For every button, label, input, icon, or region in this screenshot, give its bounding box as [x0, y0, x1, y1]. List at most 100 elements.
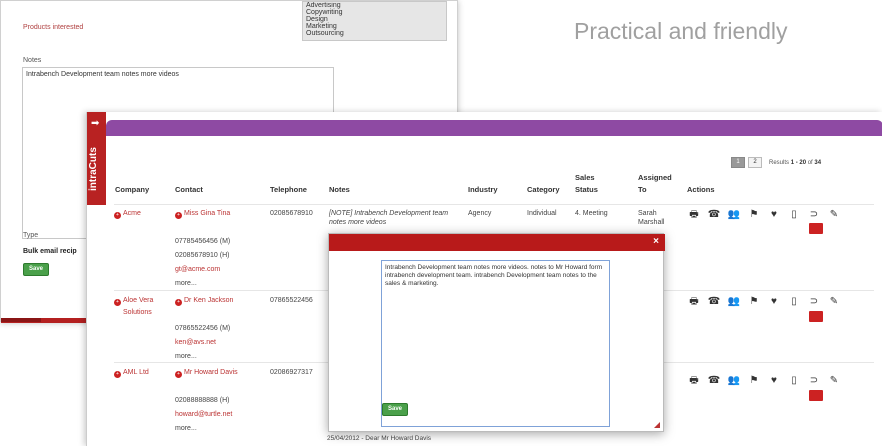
arrow-right-icon[interactable]: ➡ — [91, 118, 99, 129]
phone-icon[interactable]: ☎ — [707, 374, 721, 387]
add-icon[interactable]: + — [175, 212, 182, 219]
row-telephone: 02086927317 — [270, 369, 313, 376]
modal-save-button[interactable]: Save — [382, 403, 408, 416]
print-icon[interactable]: 🖶 — [687, 208, 701, 221]
intracuts-logo: intraCuts — [88, 147, 99, 191]
stethoscope-icon[interactable]: ⊃ — [807, 374, 821, 387]
table-row-contact[interactable]: + Miss Gina Tina — [175, 209, 230, 219]
heart-icon[interactable]: ♥ — [767, 208, 781, 221]
table-row-company[interactable]: + AML Ltd — [114, 368, 149, 378]
phone-icon[interactable]: ☎ — [707, 208, 721, 221]
col-notes[interactable]: Notes — [329, 184, 350, 196]
row-notes[interactable]: [NOTE] Intrabench Development team — [329, 209, 448, 218]
col-contact[interactable]: Contact — [175, 184, 203, 196]
document-icon[interactable]: ▯ — [787, 374, 801, 387]
tagline: Practical and friendly — [574, 18, 788, 44]
print-icon[interactable]: 🖶 — [687, 295, 701, 308]
pencil-icon[interactable]: ✎ — [827, 374, 841, 387]
users-icon[interactable]: 👥 — [727, 295, 741, 308]
products-option[interactable]: Outsourcing — [303, 30, 446, 37]
col-sales-status-l2: Status — [575, 185, 598, 194]
col-category[interactable]: Category — [527, 184, 560, 196]
row-phone: 02088888888 (H) — [175, 397, 230, 404]
row-industry: Agency — [468, 210, 492, 217]
flag-icon[interactable]: ⚑ — [747, 374, 761, 387]
save-button[interactable]: Save — [23, 263, 49, 276]
row-more-link[interactable]: more... — [175, 424, 197, 433]
products-option[interactable]: Advertising — [303, 2, 446, 9]
screenshot-stage: Practical and friendly Products interest… — [0, 0, 882, 446]
products-option[interactable]: Design — [303, 16, 446, 23]
add-icon[interactable]: + — [114, 212, 121, 219]
products-option[interactable]: Copywriting — [303, 9, 446, 16]
heart-icon[interactable]: ♥ — [767, 295, 781, 308]
table-row-contact[interactable]: + Dr Ken Jackson — [175, 296, 233, 306]
products-listbox[interactable]: Advertising Copywriting Design Marketing… — [302, 1, 447, 41]
row-actions: 🖶 ☎ 👥 ⚑ ♥ ▯ ⊃ ✎ — [687, 374, 841, 387]
email-icon[interactable] — [809, 223, 823, 234]
close-icon[interactable]: × — [653, 236, 659, 247]
company-name[interactable]: Acme — [123, 210, 141, 217]
stethoscope-icon[interactable]: ⊃ — [807, 295, 821, 308]
col-sales-status[interactable]: Sales Status — [575, 172, 598, 196]
contact-name[interactable]: Miss Gina Tina — [184, 210, 230, 217]
col-company[interactable]: Company — [115, 184, 149, 196]
col-telephone[interactable]: Telephone — [270, 184, 307, 196]
table-row-company[interactable]: + Aloe Vera — [114, 296, 153, 306]
add-icon[interactable]: + — [175, 299, 182, 306]
note-preview: 25/04/2012 - Dear Mr Howard Davis — [327, 435, 432, 442]
heart-icon[interactable]: ♥ — [767, 374, 781, 387]
table-row-company[interactable]: + Acme — [114, 209, 141, 219]
results-of: of — [807, 159, 813, 166]
type-label: Type — [23, 232, 39, 239]
flag-icon[interactable]: ⚑ — [747, 208, 761, 221]
products-interested-label: Products interested — [23, 24, 84, 31]
flag-icon[interactable]: ⚑ — [747, 295, 761, 308]
row-status: 4. Meeting — [575, 210, 608, 217]
add-icon[interactable]: + — [114, 371, 121, 378]
side-tab[interactable]: ➡ intraCuts — [87, 112, 106, 205]
modal-notes-textarea[interactable]: Intrabench Development team notes more v… — [381, 260, 610, 427]
notes-label: Notes — [23, 57, 42, 64]
page-2-button[interactable]: 2 — [748, 157, 762, 168]
row-phone: 02085678910 (H) — [175, 252, 230, 259]
add-icon[interactable]: + — [114, 299, 121, 306]
contact-name[interactable]: Dr Ken Jackson — [184, 297, 233, 304]
users-icon[interactable]: 👥 — [727, 208, 741, 221]
row-email-link[interactable]: ken@avs.net — [175, 338, 216, 347]
col-industry[interactable]: Industry — [468, 184, 498, 196]
row-assigned-l2: Marshall — [638, 219, 665, 226]
results-count: Results 1 - 20 of 34 — [769, 160, 821, 166]
document-icon[interactable]: ▯ — [787, 208, 801, 221]
stethoscope-icon[interactable]: ⊃ — [807, 208, 821, 221]
row-actions: 🖶 ☎ 👥 ⚑ ♥ ▯ ⊃ ✎ — [687, 208, 841, 221]
company-name-l2[interactable]: Solutions — [123, 308, 152, 317]
company-name[interactable]: AML Ltd — [123, 369, 149, 376]
print-icon[interactable]: 🖶 — [687, 374, 701, 387]
row-actions: 🖶 ☎ 👥 ⚑ ♥ ▯ ⊃ ✎ — [687, 295, 841, 308]
header-divider — [114, 204, 874, 205]
row-email-link[interactable]: gt@acme.com — [175, 265, 220, 274]
col-assigned[interactable]: Assigned To — [638, 172, 672, 196]
document-icon[interactable]: ▯ — [787, 295, 801, 308]
pencil-icon[interactable]: ✎ — [827, 295, 841, 308]
email-icon[interactable] — [809, 390, 823, 401]
row-notes-more[interactable]: notes more videos — [329, 218, 386, 227]
company-name[interactable]: Aloe Vera — [123, 297, 153, 304]
table-row-contact[interactable]: + Mr Howard Davis — [175, 368, 238, 378]
row-more-link[interactable]: more... — [175, 279, 197, 288]
users-icon[interactable]: 👥 — [727, 374, 741, 387]
products-option[interactable]: Marketing — [303, 23, 446, 30]
row-more-link[interactable]: more... — [175, 352, 197, 361]
row-phone: 07785456456 (M) — [175, 238, 231, 245]
phone-icon[interactable]: ☎ — [707, 295, 721, 308]
resize-grip-icon[interactable] — [654, 422, 660, 428]
contact-name[interactable]: Mr Howard Davis — [184, 369, 238, 376]
page-1-button[interactable]: 1 — [731, 157, 745, 168]
add-icon[interactable]: + — [175, 371, 182, 378]
email-icon[interactable] — [809, 311, 823, 322]
results-prefix: Results — [769, 159, 790, 166]
pagination: 1 2 Results 1 - 20 of 34 — [731, 157, 821, 168]
pencil-icon[interactable]: ✎ — [827, 208, 841, 221]
row-email-link[interactable]: howard@turtle.net — [175, 410, 232, 419]
